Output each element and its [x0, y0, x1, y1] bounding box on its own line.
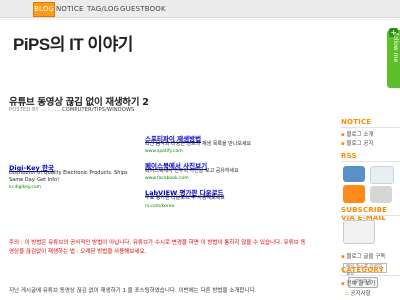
mail-icon[interactable] [370, 186, 392, 203]
ad-url-4[interactable]: ni.com/korea [145, 204, 174, 209]
post-meta: POSTED BY ... ... ... COMPUTER/TIPS/WIND… [9, 107, 135, 113]
post-category-link[interactable]: COMPUTER/TIPS/WINDOWS [62, 107, 134, 113]
divider [341, 161, 400, 162]
subscribe-item: ▪ 블로그 글을 구독 [341, 252, 385, 260]
rss-feed-icon[interactable] [343, 166, 365, 182]
divider [341, 215, 400, 216]
sidebar-category-heading: CATEGORY [341, 266, 384, 274]
ad-desc-1: 최신 음악과 다양한 장르의 재생 목록을 만나보세요 [145, 141, 252, 147]
blog-title[interactable]: PiPS의 IT 이야기 [13, 30, 133, 55]
post-warning-text: 주의 : 이 방법은 유튜브의 공식적인 방법이 아닙니다. 유튜브가 수시로 … [9, 240, 306, 255]
nav-notice[interactable]: NOTICE [56, 3, 83, 16]
category-item-all[interactable]: ▪ 전체 글 보기 [341, 279, 375, 287]
sidebar-notice-item[interactable]: ▪ 블로그 소개 [341, 130, 374, 138]
divider [341, 275, 400, 276]
ad-desc-3: Distributor of Quality Electronic Produc… [9, 170, 128, 183]
ad-url-2[interactable]: www.facebook.com [145, 176, 189, 181]
sidebar-notice-item-label: 블로그 소개 [346, 132, 374, 138]
header-divider [0, 19, 400, 20]
rss-icon[interactable] [343, 185, 365, 203]
category-item-notice[interactable]: ▫ 공지사항 [345, 289, 371, 297]
subscribe-envelope-icon [343, 220, 375, 244]
sidebar-rss-heading: RSS [341, 152, 357, 160]
post-body-text: 지난 게시글에 유튜브 동영상 끊김 없이 재생하기 1 을 포스팅하였습니다.… [9, 288, 257, 294]
nav-taglog[interactable]: TAG/LOG [87, 3, 119, 16]
top-nav: BLOG NOTICE TAG/LOG GUESTBOOK [0, 0, 400, 18]
nav-blog[interactable]: BLOG [33, 2, 55, 17]
ad-url-3[interactable]: kr.digikey.com [9, 185, 41, 190]
follow-side-tab-label: follow me [392, 33, 399, 63]
divider [341, 127, 400, 128]
sidebar-notice-item[interactable]: ▪ 블로그 공지 [341, 139, 374, 147]
post-meta-prefix: POSTED BY ... ... ... [9, 107, 61, 113]
sidebar-notice-item-label: 블로그 공지 [346, 141, 374, 147]
twitter-icon[interactable] [370, 166, 394, 184]
category-item-label: 공지사항 [350, 291, 371, 297]
category-item-label: 전체 글 보기 [346, 281, 376, 287]
ad-desc-4: 무료 평가판 다운로드 후 사용해보세요 [145, 195, 225, 201]
subscribe-item-label: 블로그 글을 구독 [346, 254, 386, 260]
sidebar-notice-heading: NOTICE [341, 118, 372, 126]
post-title[interactable]: 유튜브 동영상 끊김 없이 재생하기 2 [9, 94, 149, 108]
ad-desc-2: 페이스북에서 친구의 사진을 보고 공유하세요 [145, 168, 239, 174]
ad-url-1[interactable]: www.spotify.com [145, 149, 183, 154]
nav-guestbook[interactable]: GUESTBOOK [120, 3, 166, 16]
